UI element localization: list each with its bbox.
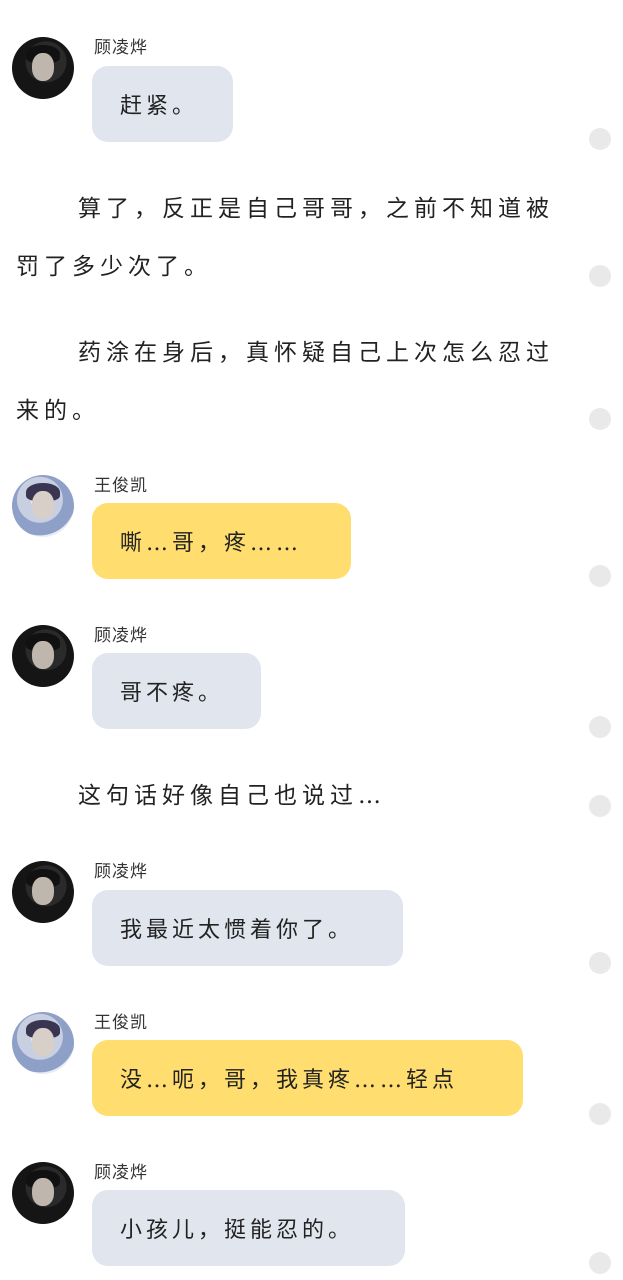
avatar-gu-lingye[interactable] [12,861,74,923]
message-bubble[interactable]: 赶紧。 [92,66,233,142]
comment-dot-icon[interactable] [589,128,611,150]
speaker-name: 王俊凯 [94,1013,148,1033]
speaker-name: 顾凌烨 [94,862,148,882]
comment-dot-icon[interactable] [589,265,611,287]
message-bubble[interactable]: 我最近太惯着你了。 [92,890,403,966]
message-bubble[interactable]: 小孩儿，挺能忍的。 [92,1190,405,1266]
avatar-wang-junkai[interactable] [12,475,74,537]
comment-dot-icon[interactable] [589,1103,611,1125]
message-bubble[interactable]: 哥不疼。 [92,653,261,729]
message-bubble[interactable]: 嘶…哥，疼…… [92,503,351,579]
narration-text: 药涂在身后，真怀疑自己上次怎么忍过来的。 [16,340,554,424]
comment-dot-icon[interactable] [589,795,611,817]
message-bubble[interactable]: 没…呃，哥，我真疼……轻点 [92,1040,523,1116]
comment-dot-icon[interactable] [589,716,611,738]
speaker-name: 王俊凯 [94,476,148,496]
narration-text: 算了，反正是自己哥哥，之前不知道被罚了多少次了。 [16,196,554,280]
narration-text: 这句话好像自己也说过… [78,783,386,809]
comment-dot-icon[interactable] [589,1252,611,1274]
comment-dot-icon[interactable] [589,408,611,430]
speaker-name: 顾凌烨 [94,38,148,58]
speaker-name: 顾凌烨 [94,626,148,646]
avatar-wang-junkai[interactable] [12,1012,74,1074]
avatar-gu-lingye[interactable] [12,37,74,99]
speaker-name: 顾凌烨 [94,1163,148,1183]
avatar-gu-lingye[interactable] [12,625,74,687]
avatar-gu-lingye[interactable] [12,1162,74,1224]
comment-dot-icon[interactable] [589,952,611,974]
comment-dot-icon[interactable] [589,565,611,587]
